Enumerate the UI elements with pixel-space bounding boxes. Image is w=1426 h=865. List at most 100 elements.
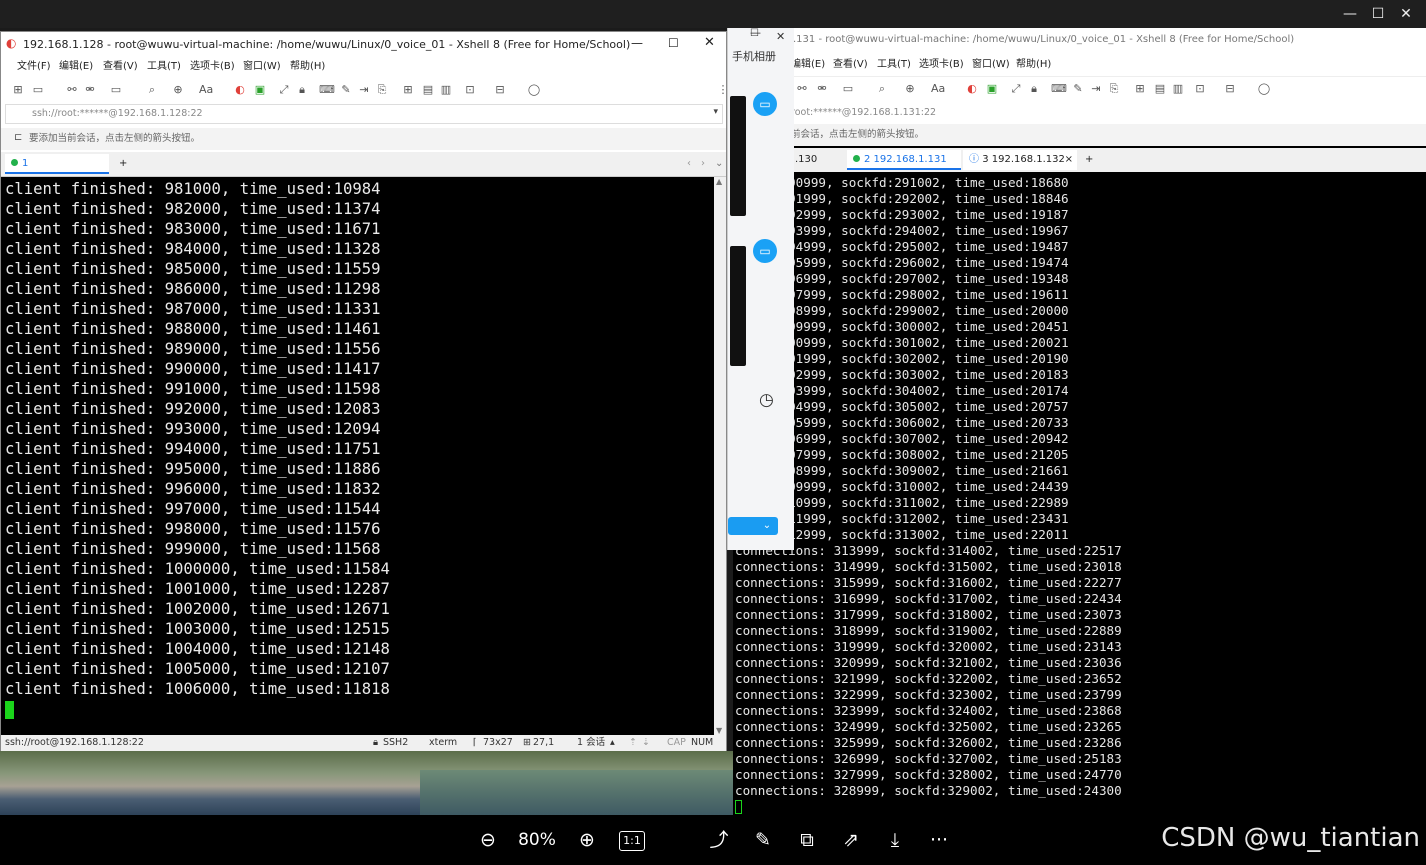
close-icon[interactable]: ✕: [1386, 2, 1426, 26]
add-window-icon[interactable]: ⊡: [1193, 82, 1207, 96]
transfer-icon[interactable]: ⇥: [357, 83, 371, 97]
minimize-icon[interactable]: —: [631, 36, 643, 50]
sessions-dropdown-icon[interactable]: ▴: [610, 735, 615, 751]
panel-maximize-icon[interactable]: ☐: [750, 28, 759, 39]
xshell-logo-icon[interactable]: ◐: [233, 83, 247, 97]
terminal-line: client finished: 1005000, time_used:1210…: [5, 660, 390, 678]
add-window-icon[interactable]: ⊡: [463, 83, 477, 97]
transfer-icon[interactable]: ⇥: [1089, 82, 1103, 96]
actual-size-button[interactable]: 1:1: [619, 831, 645, 851]
terminal-scrollbar[interactable]: ▲ ▼: [714, 177, 726, 735]
menu-item[interactable]: 工具(T): [147, 56, 181, 78]
more-icon[interactable]: ···: [927, 828, 951, 852]
monitor-icon[interactable]: ▭: [753, 92, 777, 116]
menu-item[interactable]: 查看(V): [833, 54, 868, 76]
right-address-bar[interactable]: root:******@192.168.1.131:22: [733, 102, 1426, 124]
globe-icon[interactable]: ⊕: [171, 83, 185, 97]
font-icon[interactable]: Aa: [931, 82, 945, 96]
chat-icon[interactable]: ◯: [527, 83, 541, 97]
fullscreen-icon[interactable]: ⤢: [1009, 82, 1023, 96]
new-tab-icon[interactable]: ⊞: [401, 83, 415, 97]
script-icon[interactable]: ⎘: [375, 83, 389, 97]
new-tab-icon[interactable]: ⊞: [1133, 82, 1147, 96]
left-terminal[interactable]: client finished: 981000, time_used:10984…: [1, 177, 714, 735]
rotate-icon[interactable]: ⤴: [707, 828, 731, 852]
lock-icon[interactable]: 🔒︎: [295, 83, 309, 97]
right-terminal[interactable]: ions: 290999, sockfd:291002, time_used:1…: [733, 174, 1426, 815]
left-session-hint: ⊏ 要添加当前会话，点击左侧的箭头按钮。: [1, 128, 726, 150]
chat-icon[interactable]: ◯: [1257, 82, 1271, 96]
compose-icon[interactable]: ✎: [339, 83, 353, 97]
menu-item[interactable]: 选项卡(B): [190, 56, 235, 78]
terminal-line: connections: 319999, sockfd:320002, time…: [735, 639, 1122, 654]
menu-item[interactable]: 编辑(E): [791, 54, 825, 76]
layout-icon[interactable]: ⊟: [1223, 82, 1237, 96]
photo-thumb[interactable]: [730, 246, 746, 366]
xshell-logo-icon[interactable]: ◐: [965, 82, 979, 96]
menu-item[interactable]: 窗口(W): [243, 56, 281, 78]
close-tab-icon[interactable]: ×: [1065, 150, 1073, 170]
menu-item[interactable]: 编辑(E): [59, 56, 93, 78]
close-icon[interactable]: ✕: [704, 35, 715, 50]
tab-192-168-1-131[interactable]: 2 192.168.1.131: [847, 150, 961, 170]
address-dropdown-icon[interactable]: ▾: [713, 107, 718, 117]
open-folder-icon[interactable]: ▭: [31, 83, 45, 97]
menu-item[interactable]: 帮助(H): [290, 56, 325, 78]
menu-item[interactable]: 帮助(H): [1016, 54, 1051, 76]
search-icon[interactable]: ⌕: [875, 82, 889, 96]
scroll-up-icon[interactable]: ▲: [716, 177, 722, 186]
monitor-icon[interactable]: ▭: [841, 82, 855, 96]
menu-item[interactable]: 窗口(W): [972, 54, 1010, 76]
more-options-icon[interactable]: ⋮: [716, 83, 730, 97]
zoom-in-icon[interactable]: ⊕: [575, 828, 599, 852]
up-arrow-icon[interactable]: ⇡: [629, 735, 637, 751]
keyboard-icon[interactable]: ⌨: [1051, 82, 1067, 96]
compose-icon[interactable]: ✎: [1071, 82, 1085, 96]
tab-list-icon[interactable]: ⌄: [709, 154, 727, 174]
globe-icon[interactable]: ⊕: [903, 82, 917, 96]
lock-icon[interactable]: 🔒︎: [1027, 82, 1041, 96]
cascade-icon[interactable]: ▥: [439, 83, 453, 97]
xftp-icon[interactable]: ▣: [253, 83, 267, 97]
xftp-icon[interactable]: ▣: [985, 82, 999, 96]
terminal-line: client finished: 998000, time_used:11576: [5, 520, 381, 538]
left-address-bar[interactable]: ssh://root:******@192.168.1.128:22 ▾: [5, 104, 723, 124]
monitor-icon[interactable]: ▭: [753, 239, 777, 263]
zoom-out-icon[interactable]: ⊖: [476, 828, 500, 852]
chevron-down-icon[interactable]: ⌄: [756, 517, 778, 535]
tile-icon[interactable]: ▤: [1153, 82, 1167, 96]
add-tab-icon[interactable]: +: [113, 154, 133, 174]
download-icon[interactable]: ⤓: [883, 828, 907, 852]
keyboard-icon[interactable]: ⌨: [319, 83, 335, 97]
menu-item[interactable]: 选项卡(B): [919, 54, 964, 76]
search-icon[interactable]: ⌕: [145, 83, 159, 97]
link-icon[interactable]: ⚯: [795, 82, 809, 96]
maximize-icon[interactable]: ☐: [668, 36, 679, 50]
edit-icon[interactable]: ✎: [751, 828, 775, 852]
cascade-icon[interactable]: ▥: [1171, 82, 1185, 96]
monitor-icon[interactable]: ▭: [109, 83, 123, 97]
share-icon[interactable]: ⇗: [839, 828, 863, 852]
tab-192-168-1-128[interactable]: 1 192.168.1.128: [5, 154, 109, 189]
tab-192-168-1-130[interactable]: .130: [789, 150, 845, 170]
link-icon[interactable]: ⚯: [65, 83, 79, 97]
photo-thumb[interactable]: [730, 96, 746, 216]
unlink-icon[interactable]: ⚮: [815, 82, 829, 96]
tile-icon[interactable]: ▤: [421, 83, 435, 97]
clock-icon[interactable]: ◷: [759, 390, 774, 410]
font-icon[interactable]: Aa: [199, 83, 213, 97]
scroll-down-icon[interactable]: ▼: [716, 726, 722, 735]
menu-item[interactable]: 工具(T): [877, 54, 911, 76]
menu-item[interactable]: 查看(V): [103, 56, 138, 78]
layout-icon[interactable]: ⊟: [493, 83, 507, 97]
new-session-icon[interactable]: ⊞: [11, 83, 25, 97]
unlink-icon[interactable]: ⚮: [83, 83, 97, 97]
down-arrow-icon[interactable]: ⇣: [642, 735, 650, 751]
panel-close-icon[interactable]: ✕: [776, 30, 785, 43]
add-tab-icon[interactable]: +: [1079, 150, 1099, 170]
fullscreen-icon[interactable]: ⤢: [277, 83, 291, 97]
tab-192-168-1-132[interactable]: ⓘ 3 192.168.1.132 ×: [963, 150, 1077, 170]
menu-item[interactable]: 文件(F): [17, 56, 51, 78]
script-icon[interactable]: ⎘: [1107, 82, 1121, 96]
text-recognize-icon[interactable]: ⧉: [795, 828, 819, 852]
